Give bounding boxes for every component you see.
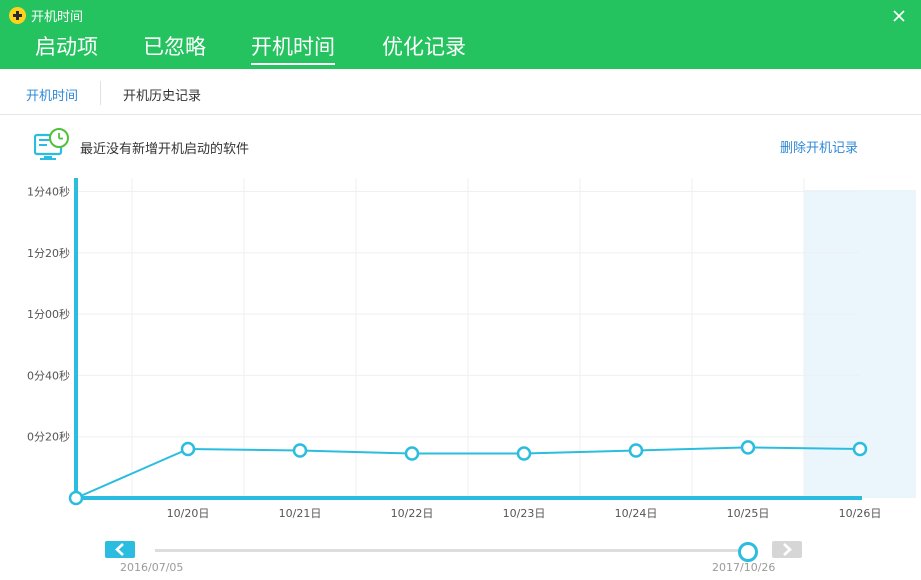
timeline-prev-button[interactable] bbox=[105, 541, 135, 558]
tab-ignored[interactable]: 已忽略 bbox=[143, 31, 206, 61]
data-point bbox=[180, 441, 196, 457]
x-tick-label: 10/23日 bbox=[503, 507, 546, 520]
subnav-divider bbox=[100, 81, 101, 105]
subtab-boot-history[interactable]: 开机历史记录 bbox=[123, 85, 201, 104]
close-icon bbox=[893, 10, 905, 22]
data-point bbox=[852, 441, 868, 457]
boot-time-line-chart: 0分20秒 0分40秒 1分00秒 1分20秒 1分40秒 10/20日 10/21日 10/… bbox=[27, 178, 916, 520]
timeline-track[interactable] bbox=[155, 549, 745, 552]
sub-navigation: 开机时间 开机历史记录 bbox=[0, 69, 921, 115]
add-icon bbox=[9, 7, 26, 24]
x-tick-label: 10/21日 bbox=[279, 507, 322, 520]
timeline-next-button[interactable] bbox=[772, 541, 802, 558]
close-button[interactable] bbox=[889, 6, 909, 26]
subtab-boot-time[interactable]: 开机时间 bbox=[26, 85, 78, 104]
timeline-thumb[interactable] bbox=[738, 542, 758, 562]
delete-boot-records-link[interactable]: 删除开机记录 bbox=[780, 137, 858, 156]
y-tick-label: 1分20秒 bbox=[27, 246, 70, 260]
data-point bbox=[292, 443, 308, 458]
monitor-clock-icon bbox=[33, 128, 70, 164]
timeline-start-date: 2016/07/05 bbox=[120, 561, 184, 574]
chevron-right-icon bbox=[783, 543, 792, 556]
no-new-startup-message: 最近没有新增开机启动的软件 bbox=[80, 142, 250, 157]
chevron-left-icon bbox=[115, 543, 124, 556]
window-title: 开机时间 bbox=[31, 10, 84, 25]
x-tick-label: 10/20日 bbox=[167, 507, 210, 520]
data-point bbox=[68, 490, 84, 506]
title-bar: 开机时间 启动项 已忽略 开机时间 优化记录 bbox=[0, 0, 921, 69]
y-tick-label: 1分00秒 bbox=[27, 307, 70, 321]
x-tick-label: 10/24日 bbox=[615, 507, 658, 520]
y-tick-label: 0分20秒 bbox=[27, 430, 70, 444]
x-tick-label: 10/26日 bbox=[839, 507, 882, 520]
data-point bbox=[628, 443, 644, 458]
y-tick-label: 1分40秒 bbox=[27, 185, 70, 199]
timeline-end-date: 2017/10/26 bbox=[712, 561, 776, 574]
data-point bbox=[740, 440, 756, 455]
y-tick-label: 0分40秒 bbox=[27, 368, 70, 382]
tab-boot-time[interactable]: 开机时间 bbox=[251, 31, 335, 65]
x-tick-label: 10/22日 bbox=[391, 507, 434, 520]
boot-time-chart: 0分20秒 0分40秒 1分00秒 1分20秒 1分40秒 10/20日 10/21日 10/… bbox=[0, 170, 921, 530]
data-point bbox=[516, 446, 532, 461]
x-tick-label: 10/25日 bbox=[727, 507, 770, 520]
tab-optimize-history[interactable]: 优化记录 bbox=[382, 31, 466, 61]
data-point bbox=[404, 446, 420, 461]
tab-startup-items[interactable]: 启动项 bbox=[35, 31, 98, 61]
